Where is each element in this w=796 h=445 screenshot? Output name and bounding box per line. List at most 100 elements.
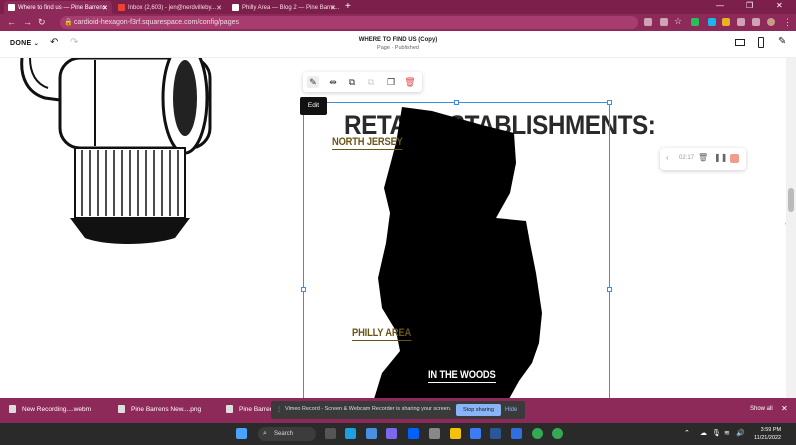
edit-tooltip: Edit xyxy=(300,97,327,115)
done-button[interactable]: DONE ⌄ xyxy=(10,40,39,47)
resize-handle-top[interactable] xyxy=(454,100,459,105)
gmail-favicon-icon xyxy=(118,4,125,11)
download-item[interactable]: New Recording....webm xyxy=(9,405,91,413)
share-message: Vimeo Record - Screen & Webcam Recorder … xyxy=(285,406,452,412)
task-view-icon[interactable] xyxy=(325,428,336,439)
mobile-view-icon[interactable] xyxy=(758,37,764,48)
page-canvas[interactable]: RETAIL ESTABLISHMENTS: NORTH JERSEY PHIL… xyxy=(0,58,786,398)
trash-icon[interactable]: 🗑 xyxy=(698,153,708,162)
back-icon[interactable]: ← xyxy=(7,17,16,27)
minimize-icon[interactable]: — xyxy=(716,1,724,10)
edge-icon[interactable] xyxy=(345,428,356,439)
close-window-icon[interactable]: ✕ xyxy=(776,1,783,10)
label-philly-area: PHILLY AREA xyxy=(352,327,412,341)
file-icon xyxy=(9,405,16,413)
cloud-icon[interactable]: ☁ xyxy=(700,429,707,437)
drag-handle-icon[interactable]: ⋮ xyxy=(276,406,282,413)
redo-icon[interactable]: ↷ xyxy=(70,37,78,48)
browser-tab-bar: Where to find us — Pine Barrens ✕ Inbox … xyxy=(0,0,796,14)
tab-title: Philly Area — Blog 2 — Pine Barre... xyxy=(242,4,340,11)
delete-trash-icon[interactable]: 🗑 xyxy=(404,76,416,88)
chrome-icon[interactable] xyxy=(532,428,543,439)
close-tab-icon[interactable]: ✕ xyxy=(216,4,222,12)
layout-icon[interactable]: ⧉ xyxy=(346,76,358,88)
close-tab-icon[interactable]: ✕ xyxy=(330,4,336,12)
block-toolbar: ✎ ⇹ ⧉ ⧉ ❐ 🗑 xyxy=(303,72,422,92)
chrome-icon[interactable] xyxy=(552,428,563,439)
editor-toolbar: DONE ⌄ ↶ ↷ WHERE TO FIND US (Copy) Page … xyxy=(0,31,796,58)
app-icon[interactable] xyxy=(429,428,440,439)
new-tab-button[interactable]: + xyxy=(345,1,351,12)
word-icon[interactable] xyxy=(490,428,501,439)
resize-handle-left[interactable] xyxy=(301,287,306,292)
label-north-jersey: NORTH JERSEY xyxy=(332,136,403,150)
tab-where-to-find-us[interactable]: Where to find us — Pine Barrens ✕ xyxy=(4,1,112,14)
share-icon[interactable] xyxy=(660,18,668,26)
bookmark-star-icon[interactable]: ☆ xyxy=(674,16,682,27)
volume-icon[interactable]: 🔊 xyxy=(736,429,745,437)
stop-recording-icon[interactable] xyxy=(730,154,739,163)
teams-icon[interactable] xyxy=(366,428,377,439)
tab-title: Inbox (2,603) - jen@nerdvilleby... xyxy=(128,4,217,11)
lantern-illustration[interactable] xyxy=(0,58,220,318)
url-input[interactable]: 🔒 cardioid-hexagon-f3rf.squarespace.com/… xyxy=(60,16,638,29)
dropbox-icon[interactable] xyxy=(408,428,419,439)
zoom-icon[interactable] xyxy=(470,428,481,439)
extensions-puzzle-icon[interactable] xyxy=(737,18,745,26)
wifi-icon[interactable]: ≋ xyxy=(724,429,730,437)
scrollbar-thumb[interactable] xyxy=(788,188,794,212)
squarespace-favicon-icon xyxy=(232,4,239,11)
microphone-icon[interactable]: 🎙 xyxy=(712,429,721,437)
show-all-button[interactable]: Show all xyxy=(750,406,773,412)
desktop-view-icon[interactable] xyxy=(735,39,745,46)
chevron-left-icon[interactable]: ‹ xyxy=(666,153,669,162)
windows-start-icon[interactable] xyxy=(236,428,247,439)
taskbar-search[interactable]: ⌕ Search xyxy=(258,427,316,441)
recorder-widget: ‹ 02:17 🗑 ❚❚ xyxy=(660,148,746,170)
file-explorer-icon[interactable] xyxy=(450,428,461,439)
done-label: DONE xyxy=(10,40,32,47)
profile-avatar[interactable] xyxy=(767,18,775,26)
windows-taskbar: ⌕ Search ⌃ ☁ 🎙 ≋ 🔊 3:59 PM 11/21/2022 xyxy=(0,423,796,445)
edit-pencil-icon[interactable]: ✎ xyxy=(307,76,319,88)
pause-icon[interactable]: ❚❚ xyxy=(714,153,727,162)
tab-philly-area[interactable]: Philly Area — Blog 2 — Pine Barre... ✕ xyxy=(228,1,340,14)
screen-share-notice: ⋮ Vimeo Record - Screen & Webcam Recorde… xyxy=(271,401,525,419)
chevron-down-icon: ⌄ xyxy=(33,41,40,47)
lock-icon: 🔒 xyxy=(64,19,73,26)
copy-icon[interactable]: ❐ xyxy=(385,76,397,88)
resize-handle-right[interactable] xyxy=(607,287,612,292)
download-item[interactable]: Pine Barrens New....png xyxy=(118,405,201,413)
menu-kebab-icon[interactable]: ⋮ xyxy=(783,17,792,28)
url-text: cardioid-hexagon-f3rf.squarespace.com/co… xyxy=(74,19,239,26)
scrollbar[interactable] xyxy=(786,58,796,398)
maximize-icon[interactable]: ❐ xyxy=(746,1,753,10)
page-status: Page · Published xyxy=(377,45,419,51)
sidepanel-icon[interactable] xyxy=(752,18,760,26)
address-bar-row: ← → ↻ 🔒 cardioid-hexagon-f3rf.squarespac… xyxy=(0,14,796,31)
extension-yellow-icon[interactable] xyxy=(722,18,730,26)
chevron-up-icon[interactable]: ⌃ xyxy=(684,429,690,437)
forward-icon[interactable]: → xyxy=(23,17,32,27)
undo-icon[interactable]: ↶ xyxy=(50,37,58,48)
app-icon[interactable] xyxy=(511,428,522,439)
clock-date: 11/21/2022 xyxy=(754,435,782,441)
app-icon[interactable] xyxy=(386,428,397,439)
reload-icon[interactable]: ↻ xyxy=(38,17,46,28)
hide-button[interactable]: Hide xyxy=(505,404,517,416)
close-downloads-icon[interactable]: ✕ xyxy=(781,404,788,413)
download-item[interactable]: Pine Barrens xyxy=(226,405,277,413)
map-image-block[interactable]: NORTH JERSEY PHILLY AREA IN THE WOODS xyxy=(303,102,610,398)
taskbar-clock[interactable]: 3:59 PM 11/21/2022 xyxy=(754,426,781,442)
duplicate-disabled-icon[interactable]: ⧉ xyxy=(365,76,377,88)
stop-sharing-button[interactable]: Stop sharing xyxy=(456,404,501,416)
extension-green-icon[interactable] xyxy=(691,18,699,26)
design-brush-icon[interactable]: ✎ xyxy=(778,36,786,47)
camera-icon[interactable] xyxy=(644,18,652,26)
stretch-icon[interactable]: ⇹ xyxy=(327,76,339,88)
close-tab-icon[interactable]: ✕ xyxy=(102,4,108,12)
tab-inbox[interactable]: Inbox (2,603) - jen@nerdvilleby... ✕ xyxy=(114,1,226,14)
file-icon xyxy=(226,405,233,413)
resize-handle-top-right[interactable] xyxy=(607,100,612,105)
vimeo-extension-icon[interactable] xyxy=(708,18,716,26)
